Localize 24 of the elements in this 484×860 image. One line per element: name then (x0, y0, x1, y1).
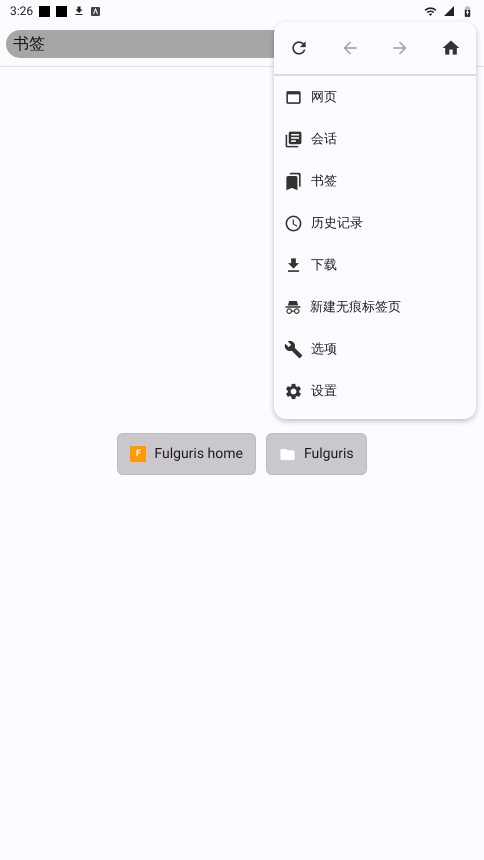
wifi-icon (424, 4, 437, 18)
bookmark-folder-button[interactable]: Fulguris (266, 433, 367, 475)
menu-item[interactable]: 会话 (274, 118, 476, 160)
menu-item[interactable]: 书签 (274, 160, 476, 202)
settings-icon (284, 382, 303, 400)
download-icon (73, 5, 86, 17)
signal-icon (443, 5, 455, 17)
bookmarks-icon (284, 172, 303, 190)
bookmark-button[interactable]: F Fulguris home (117, 433, 256, 475)
wrench-icon (284, 340, 303, 358)
menu-item[interactable]: 历史记录 (274, 202, 476, 244)
notification-icon (56, 6, 68, 16)
hat-glasses-icon (284, 298, 302, 316)
clock-icon (284, 214, 303, 232)
menu-item[interactable]: 下载 (274, 244, 476, 286)
menu-item[interactable]: 设置 (274, 370, 476, 412)
notification-icon (91, 6, 100, 16)
notification-icon (39, 6, 50, 16)
stacked-books-icon (284, 130, 303, 148)
menu-item[interactable]: 选项 (274, 328, 476, 370)
menu-item[interactable]: 网页 (274, 76, 476, 118)
clock-time: 3:26 (10, 4, 34, 18)
favicon: F (130, 446, 146, 462)
menu-item[interactable]: 新建无痕标签页 (274, 286, 476, 328)
